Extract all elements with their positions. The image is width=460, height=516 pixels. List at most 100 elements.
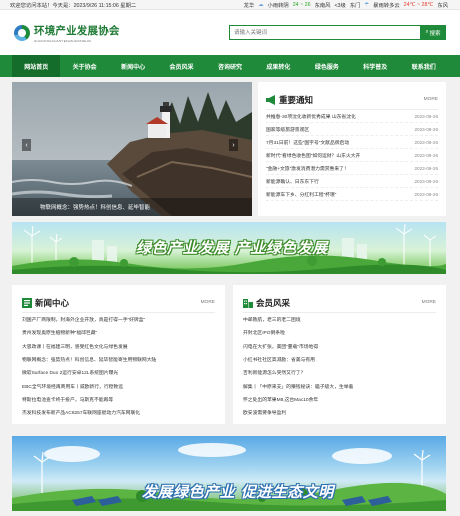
nav-item-green-service[interactable]: 绿色服务 bbox=[303, 55, 351, 77]
list-item-date: 2023-09-26 bbox=[414, 178, 439, 184]
list-item-title: 欧安波需要争导盈利 bbox=[243, 411, 287, 417]
list-item[interactable]: 7月31日前！这些“国字号”文献品牌启动 2023-09-26 bbox=[266, 136, 438, 149]
slider-prev-button[interactable]: ‹ bbox=[22, 139, 31, 151]
list-item-date: 2023-09-26 bbox=[414, 165, 439, 171]
news-more-link[interactable]: MORE bbox=[201, 300, 215, 305]
weather-icon: ☁ bbox=[258, 1, 264, 8]
search-input[interactable] bbox=[230, 26, 420, 39]
notice-list: 共推春-30项沈化收新优秀成果 山东省沈化 2023-09-26 国家等级旅游景观… bbox=[266, 110, 438, 201]
members-header: 会员风采 MORE bbox=[243, 293, 436, 313]
nav-item-about[interactable]: 关于协会 bbox=[60, 55, 108, 77]
list-item[interactable]: 吉利新能源怎么突然又行了？ bbox=[243, 366, 436, 379]
search-button[interactable]: ⌕ 搜索 bbox=[420, 25, 446, 40]
weather-temp-1: 24 ~ 26 bbox=[292, 1, 311, 8]
slider-caption[interactable]: 物联网概念：强势热点！科创信息、延毕智能 bbox=[12, 198, 252, 216]
search-button-label: 搜索 bbox=[429, 30, 441, 37]
green-industry-banner[interactable]: 绿色产业发展 产业绿色发展 bbox=[12, 222, 446, 274]
list-item[interactable]: 开封北区IPO倒条啦 bbox=[243, 326, 436, 339]
list-item[interactable]: 闪电在大扩张，美团“蔓载”市场地得 bbox=[243, 340, 436, 353]
list-item-title: 共推春-30项沈化收新优秀成果 山东省沈化 bbox=[266, 114, 356, 120]
list-item-title: EBC全气环境经再商用车丨威欧新行，行稳致远 bbox=[22, 384, 124, 390]
list-item[interactable]: 国家等级旅游景观区 2023-09-26 bbox=[266, 123, 438, 136]
main-nav: 网站首页 关于协会 新闻中心 会员风采 咨询研究 成果转化 绿色服务 科学普及 … bbox=[0, 55, 460, 77]
image-slider[interactable]: ‹ › 物联网概念：强势热点！科创信息、延毕智能 bbox=[12, 82, 252, 216]
nav-item-research[interactable]: 咨询研究 bbox=[206, 55, 254, 77]
banner-slogan-2: 发展绿色产业 促进生态文明 bbox=[142, 483, 334, 501]
weather-cond-2: 暴雨转多云 bbox=[373, 2, 400, 9]
list-item-date: 2023-09-26 bbox=[414, 126, 439, 132]
weather-cond-1: 小雨转阴 bbox=[267, 2, 289, 9]
list-item-title: 贵州发现奥原生植物新种“福邱巨藏” bbox=[22, 331, 98, 337]
building-icon bbox=[243, 298, 253, 308]
logo-title: 环境产业发展协会 bbox=[34, 24, 120, 37]
notice-panel: 重要通知 MORE 共推春-30项沈化收新优秀成果 山东省沈化 2023-09-2… bbox=[258, 82, 446, 216]
list-item-title: “金融+文旅”激发消费潜力需赏惠来了！ bbox=[266, 166, 349, 172]
list-item-title: 解集丨「中原来支」的赚钱秘诀：瞌子级大，生举着 bbox=[243, 384, 354, 390]
news-icon bbox=[22, 297, 32, 308]
logo-subtitle: HUANJINGCHANYEFAZHANXIEHUI bbox=[34, 38, 92, 43]
list-item[interactable]: 中邮教航，老三的老二困境 bbox=[243, 313, 436, 326]
nav-item-results[interactable]: 成果转化 bbox=[254, 55, 302, 77]
site-logo[interactable]: 环境产业发展协会 HUANJINGCHANYEFAZHANXIEHUI bbox=[14, 23, 120, 43]
top-bar: 欢迎您访问本站！今天是：2023/9/26 11:15:06 星期二 龙华 ☁ … bbox=[0, 0, 460, 10]
list-item-title: 特斯拉电池查卡终于投产，马斯克不能再等 bbox=[22, 397, 114, 403]
list-item-date: 2023-09-26 bbox=[414, 113, 439, 119]
list-item[interactable]: 贵州发现奥原生植物新种“福邱巨藏” bbox=[22, 326, 215, 339]
nav-item-science[interactable]: 科学普及 bbox=[351, 55, 399, 77]
list-item[interactable]: 杰发科技发布新产品AC8257车联网座舱动力汽车网联化 bbox=[22, 406, 215, 419]
chevron-left-icon: ‹ bbox=[25, 141, 28, 149]
list-item[interactable]: 新能源确认、日东东下行 2023-09-26 bbox=[266, 175, 438, 188]
members-list: 中邮教航，老三的老二困境 开封北区IPO倒条啦 闪电在大扩张，美团“蔓载”市场地… bbox=[243, 313, 436, 419]
notice-header: 重要通知 MORE bbox=[266, 90, 438, 110]
nav-item-contact[interactable]: 联系我们 bbox=[400, 55, 448, 77]
list-item-title: 7月31日前！这些“国字号”文献品牌启动 bbox=[266, 140, 350, 146]
weather-temp-2: 24℃ ~ 28℃ bbox=[403, 1, 434, 8]
list-item[interactable]: “金融+文旅”激发消费潜力需赏惠来了！ 2023-09-26 bbox=[266, 162, 438, 175]
list-item[interactable]: EBC全气环境经再商用车丨威欧新行，行稳致远 bbox=[22, 379, 215, 392]
nav-item-home[interactable]: 网站首页 bbox=[12, 55, 61, 77]
logo-icon bbox=[14, 24, 30, 41]
list-item-title: 闪电在大扩张，美团“蔓载”市场地得 bbox=[243, 344, 319, 350]
weather-city-2: 东门 bbox=[349, 2, 361, 9]
list-item[interactable]: 怀之处出的苹果M8,这台Mac10余年 bbox=[243, 393, 436, 406]
list-item[interactable]: 微软Surface Duo 2运行安卓12L系统图片曝光 bbox=[22, 366, 215, 379]
list-item-title: 中邮教航，老三的老二困境 bbox=[243, 318, 301, 324]
list-item[interactable]: 共推春-30项沈化收新优秀成果 山东省沈化 2023-09-26 bbox=[266, 110, 438, 123]
list-item[interactable]: 欧安波需要争导盈利 bbox=[243, 406, 436, 419]
list-item-title: 国家等级旅游景观区 bbox=[266, 127, 310, 133]
megaphone-icon bbox=[266, 94, 275, 105]
nav-item-members[interactable]: 会员风采 bbox=[157, 55, 205, 77]
top-content-row: ‹ › 物联网概念：强势热点！科创信息、延毕智能 重要通知 MORE 共推春-3… bbox=[12, 82, 446, 216]
list-item[interactable]: 小红书社社区高减励：省美与有用 bbox=[243, 353, 436, 366]
news-members-row: 新闻中心 MORE 刘国产厂商限制，封海外企业开放，真是打得一手“好牌盒” 贵州… bbox=[12, 285, 446, 424]
list-item[interactable]: 物联网概念：强势热点！科创信息、延毕智能寄生用物联网大陆 bbox=[22, 353, 215, 366]
list-item[interactable]: 特斯拉电池查卡终于投产，马斯克不能再等 bbox=[22, 393, 215, 406]
list-item-title: 开封北区IPO倒条啦 bbox=[243, 331, 285, 337]
members-more-link[interactable]: MORE bbox=[422, 300, 436, 305]
weather-level-1: <3级 bbox=[334, 2, 346, 9]
list-item[interactable]: 新能源车下乡、分红利工程“杯珉” 2023-09-26 bbox=[266, 188, 438, 201]
list-item-date: 2023-09-26 bbox=[414, 191, 439, 197]
search-box: ⌕ 搜索 bbox=[229, 25, 446, 40]
list-item[interactable]: 刘国产厂商限制，封海外企业开放，真是打得一手“好牌盒” bbox=[22, 313, 215, 326]
list-item-title: 小红书社社区高减励：省美与有用 bbox=[243, 358, 315, 364]
members-panel: 会员风采 MORE 中邮教航，老三的老二困境 开封北区IPO倒条啦 闪电在大扩张… bbox=[233, 285, 446, 424]
list-item-title: 刘国产厂商限制，封海外企业开放，真是打得一手“好牌盒” bbox=[22, 318, 146, 324]
list-item[interactable]: 新时代“看绿色收色图”如何运财？山东火大开 2023-09-26 bbox=[266, 149, 438, 162]
nav-item-news[interactable]: 新闻中心 bbox=[109, 55, 157, 77]
slider-next-button[interactable]: › bbox=[229, 139, 238, 151]
news-header: 新闻中心 MORE bbox=[22, 293, 215, 313]
notice-more-link[interactable]: MORE bbox=[424, 97, 438, 102]
page-root: 欢迎您访问本站！今天是：2023/9/26 11:15:06 星期二 龙华 ☁ … bbox=[0, 0, 460, 516]
news-list: 刘国产厂商限制，封海外企业开放，真是打得一手“好牌盒” 贵州发现奥原生植物新种“… bbox=[22, 313, 215, 419]
banner-slogan-1: 绿色产业发展 产业绿色发展 bbox=[136, 239, 328, 257]
list-item-title: 新能源确认、日东东下行 bbox=[266, 179, 319, 185]
weather-wind-1: 东南风 bbox=[314, 2, 331, 9]
list-item[interactable]: 解集丨「中原来支」的赚钱秘诀：瞌子级大，生举着 bbox=[243, 379, 436, 392]
lighthouse-photo bbox=[12, 82, 252, 216]
notice-title: 重要通知 bbox=[279, 94, 314, 105]
weather-city-1: 龙华 bbox=[243, 2, 255, 9]
list-item[interactable]: 大思政课丨在福建三明，感受红色文化与绿色发展 bbox=[22, 340, 215, 353]
list-item-title: 物联网概念：强势热点！科创信息、延毕智能寄生用物联网大陆 bbox=[22, 358, 157, 364]
ecology-banner[interactable]: 发展绿色产业 促进生态文明 bbox=[12, 436, 446, 511]
